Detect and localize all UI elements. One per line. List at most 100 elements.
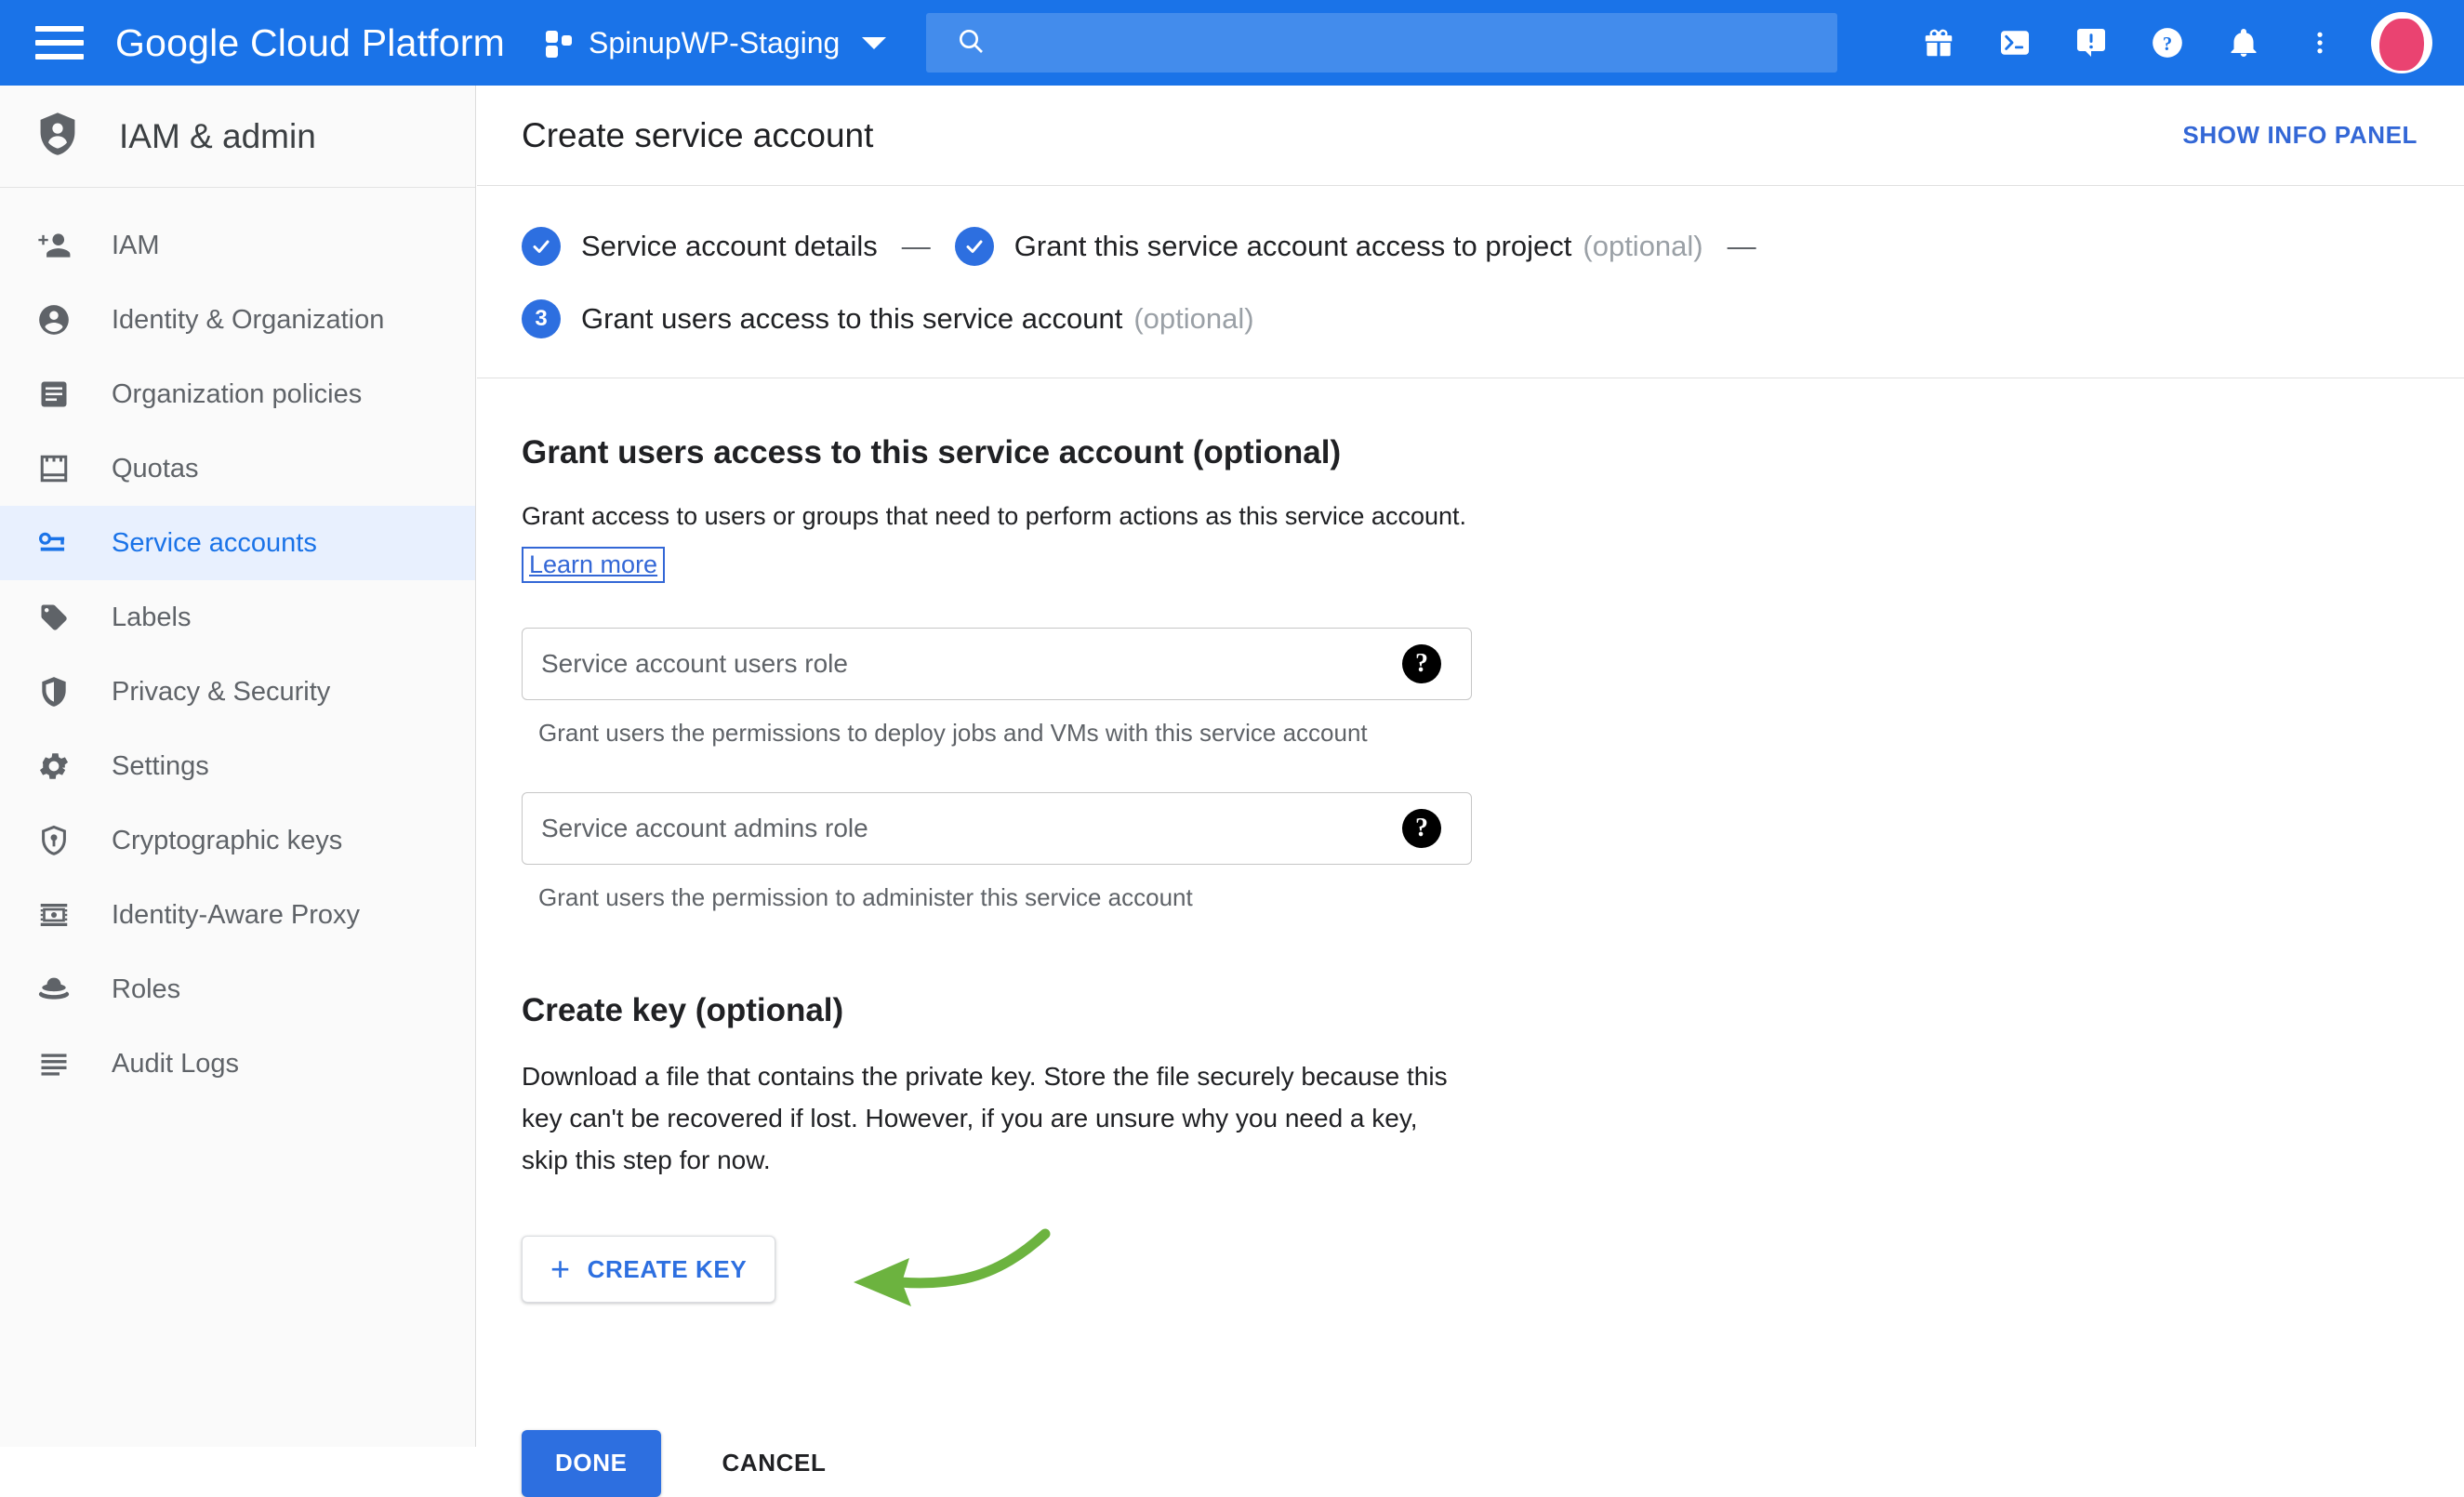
- user-avatar[interactable]: [2371, 12, 2432, 73]
- sidebar: IAM & admin IAM Identity & Organization: [0, 86, 476, 1447]
- sidebar-item-privacy-security[interactable]: Privacy & Security: [0, 655, 475, 729]
- sidebar-item-label: Roles: [112, 974, 181, 1004]
- grant-users-description: Grant access to users or groups that nee…: [522, 502, 1466, 530]
- grant-users-heading: Grant users access to this service accou…: [522, 434, 1342, 470]
- sidebar-item-service-accounts[interactable]: Service accounts: [0, 506, 475, 580]
- step-label: Grant this service account access to pro…: [1013, 230, 1572, 262]
- form-area: Grant users access to this service accou…: [477, 378, 2464, 1497]
- service-account-users-role-group: ? Grant users the permissions to deploy …: [522, 627, 2464, 748]
- sidebar-item-organization-policies[interactable]: Organization policies: [0, 357, 475, 431]
- help-circle-icon[interactable]: ?: [1402, 643, 1441, 683]
- create-key-button-row: + CREATE KEY: [522, 1221, 2464, 1318]
- policy-list-icon: [33, 378, 74, 411]
- stepper: Service account details — Grant this ser…: [477, 186, 2464, 378]
- gear-icon: [33, 748, 74, 784]
- create-key-heading: Create key (optional): [522, 991, 844, 1028]
- sidebar-item-label: Cryptographic keys: [112, 825, 343, 855]
- service-account-admins-role-input[interactable]: [523, 813, 1402, 843]
- sidebar-item-cryptographic-keys[interactable]: Cryptographic keys: [0, 803, 475, 878]
- brand-title[interactable]: Google Cloud Platform: [115, 21, 505, 65]
- step-label: Service account details: [581, 230, 878, 262]
- sidebar-item-labels[interactable]: Labels: [0, 580, 475, 655]
- sidebar-item-settings[interactable]: Settings: [0, 729, 475, 803]
- service-account-users-role-input[interactable]: [523, 648, 1402, 679]
- project-selector[interactable]: SpinupWP-Staging: [544, 25, 887, 60]
- sidebar-item-label: Audit Logs: [112, 1048, 240, 1079]
- top-app-bar: Google Cloud Platform SpinupWP-Staging ?: [0, 0, 2464, 86]
- person-add-icon: [33, 228, 74, 263]
- project-selector-icon: [544, 27, 576, 59]
- step-separator-trailing: —: [1727, 230, 1756, 262]
- sidebar-header: IAM & admin: [0, 86, 475, 188]
- cancel-button[interactable]: CANCEL: [706, 1430, 843, 1497]
- proxy-icon: [33, 898, 74, 932]
- label-tag-icon: [33, 601, 74, 634]
- check-icon: [522, 227, 561, 266]
- step-optional-tag: (optional): [1133, 302, 1254, 335]
- step-label: Grant users access to this service accou…: [581, 302, 1123, 335]
- service-account-admins-role-field[interactable]: ?: [522, 791, 1472, 865]
- step-grant-project-access[interactable]: Grant this service account access to pro…: [954, 227, 1703, 266]
- sidebar-title: IAM & admin: [119, 116, 316, 155]
- help-circle-icon[interactable]: ?: [1402, 808, 1441, 848]
- step-service-account-details[interactable]: Service account details: [522, 227, 878, 266]
- create-key-section: Create key (optional) Download a file th…: [522, 992, 2464, 1318]
- sidebar-item-label: Quotas: [112, 453, 199, 484]
- shield-key-icon: [33, 823, 74, 858]
- green-arrow-annotation-icon: [842, 1221, 1056, 1318]
- create-key-button-label: CREATE KEY: [587, 1254, 748, 1283]
- shield-security-icon: [33, 674, 74, 709]
- project-name-label: SpinupWP-Staging: [588, 25, 841, 60]
- search-box[interactable]: [926, 13, 1837, 73]
- show-info-panel-button[interactable]: SHOW INFO PANEL: [2182, 121, 2418, 150]
- create-key-button[interactable]: + CREATE KEY: [522, 1236, 776, 1304]
- sidebar-item-label: Service accounts: [112, 527, 317, 558]
- key-card-icon: [33, 525, 74, 561]
- svg-text:?: ?: [2163, 34, 2172, 55]
- step-optional-tag: (optional): [1583, 230, 1703, 262]
- sidebar-item-quotas[interactable]: Quotas: [0, 431, 475, 506]
- sidebar-item-iam[interactable]: IAM: [0, 208, 475, 283]
- sidebar-item-identity-organization[interactable]: Identity & Organization: [0, 283, 475, 357]
- service-account-users-role-field[interactable]: ?: [522, 627, 1472, 700]
- service-account-admins-role-hint: Grant users the permission to administer…: [538, 882, 1193, 911]
- top-bar-actions: ?: [1901, 0, 2440, 86]
- help-icon[interactable]: ?: [2129, 5, 2206, 81]
- sidebar-item-label: Organization policies: [112, 378, 363, 409]
- shield-person-icon: [33, 110, 82, 163]
- roles-hat-icon: [33, 972, 74, 1007]
- create-key-description: Download a file that contains the privat…: [522, 1061, 1448, 1175]
- check-icon: [954, 227, 994, 266]
- sidebar-item-label: Privacy & Security: [112, 676, 331, 707]
- sidebar-item-label: IAM: [112, 230, 160, 260]
- account-circle-icon: [33, 302, 74, 338]
- audit-lines-icon: [33, 1047, 74, 1080]
- main-content: Create service account SHOW INFO PANEL S…: [477, 86, 2464, 1497]
- sidebar-item-identity-aware-proxy[interactable]: Identity-Aware Proxy: [0, 878, 475, 952]
- stepper-row-1: Service account details — Grant this ser…: [522, 227, 2464, 266]
- menu-icon[interactable]: [35, 24, 86, 61]
- sidebar-item-label: Labels: [112, 602, 192, 632]
- sidebar-item-label: Identity-Aware Proxy: [112, 899, 361, 930]
- more-vert-icon[interactable]: [2282, 5, 2358, 81]
- sidebar-item-audit-logs[interactable]: Audit Logs: [0, 1027, 475, 1101]
- done-button[interactable]: DONE: [522, 1429, 661, 1497]
- step-separator: —: [901, 230, 931, 262]
- search-icon: [956, 26, 986, 60]
- page-title: Create service account: [522, 115, 874, 154]
- sidebar-item-roles[interactable]: Roles: [0, 952, 475, 1027]
- notifications-bell-icon[interactable]: [2206, 5, 2282, 81]
- cloud-shell-terminal-icon[interactable]: [1977, 5, 2053, 81]
- feedback-icon[interactable]: [2053, 5, 2129, 81]
- sidebar-nav: IAM Identity & Organization Organization…: [0, 188, 475, 1101]
- plus-icon: +: [550, 1250, 571, 1289]
- sidebar-item-label: Settings: [112, 750, 209, 781]
- form-footer-buttons: DONE CANCEL: [522, 1429, 2464, 1497]
- step-grant-users-access[interactable]: 3 Grant users access to this service acc…: [522, 299, 1254, 338]
- search-input[interactable]: [1002, 28, 1837, 58]
- quotas-chart-icon: [33, 452, 74, 485]
- sidebar-item-label: Identity & Organization: [112, 304, 385, 335]
- gift-icon[interactable]: [1901, 5, 1977, 81]
- page-header: Create service account SHOW INFO PANEL: [477, 86, 2464, 186]
- learn-more-link[interactable]: Learn more: [522, 546, 666, 583]
